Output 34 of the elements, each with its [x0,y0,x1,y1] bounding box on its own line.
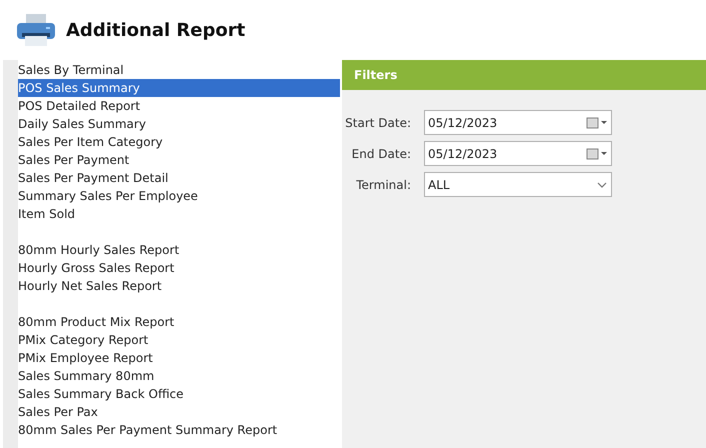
page-title: Additional Report [66,18,246,42]
report-item[interactable]: Sales Summary 80mm [18,367,340,385]
report-item[interactable]: Summary Sales Per Employee [18,187,340,205]
report-item[interactable]: Hourly Net Sales Report [18,277,340,295]
report-item[interactable]: Sales Summary Back Office [18,385,340,403]
printer-icon [16,13,56,47]
field-value: 05/12/2023 [428,114,498,132]
report-item[interactable]: 80mm Product Mix Report [18,313,340,331]
report-item[interactable]: Daily Sales Summary [18,115,340,133]
date-picker[interactable]: 05/12/2023 [424,141,612,166]
calendar-icon[interactable] [586,148,608,160]
report-item[interactable]: Item Sold [18,205,340,223]
report-item[interactable]: Sales Per Pax [18,403,340,421]
field-value: ALL [428,176,450,194]
report-item[interactable]: Sales Per Payment [18,151,340,169]
filter-title: Filters [354,67,398,84]
field-label: Terminal: [355,176,412,194]
report-item[interactable]: 80mm Sales Per Payment Summary Report [18,421,340,439]
field-value: 05/12/2023 [428,146,498,162]
report-item[interactable]: Sales Per Item Category [18,133,340,151]
date-picker[interactable]: 05/12/2023 [424,110,612,135]
report-item[interactable]: Hourly Gross Sales Report [18,259,340,277]
dropdown[interactable]: ALL [424,172,612,197]
report-item[interactable]: 80mm Hourly Sales Report [18,241,340,259]
report-item[interactable]: Sales Per Payment Detail [18,169,340,187]
field-label: End Date: [350,146,412,162]
report-item[interactable]: Sales By Terminal [18,61,340,79]
calendar-icon[interactable] [586,116,608,128]
report-item[interactable]: POS Detailed Report [18,97,340,115]
field-label: Start Date: [344,114,412,132]
chevron-down-icon[interactable] [596,180,608,188]
report-item[interactable]: PMix Employee Report [18,349,340,367]
report-item[interactable]: PMix Category Report [18,331,340,349]
report-item[interactable]: POS Sales Summary [18,79,340,97]
